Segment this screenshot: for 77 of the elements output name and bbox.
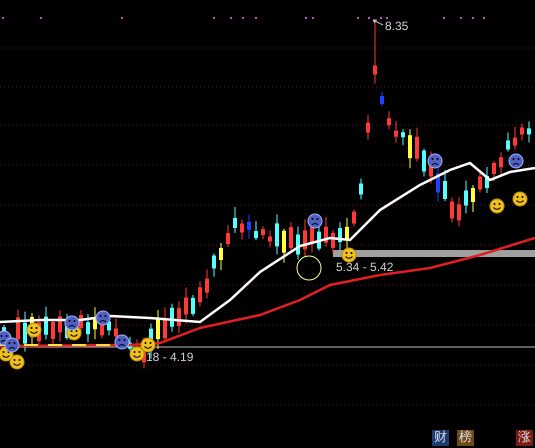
candlestick [506,132,510,152]
candlestick [408,128,412,169]
smiley-face-icon [512,192,528,206]
leader-line [372,20,384,26]
candlestick [387,110,391,130]
sad-face-icon [64,316,80,330]
tag-button[interactable]: 财 [432,430,449,446]
candlestick [527,120,531,143]
candlestick [86,314,90,343]
candlestick [177,300,181,334]
candlestick [415,127,419,162]
sad-face-icon [4,338,20,352]
candlestick [205,269,209,300]
candlestick [394,120,398,144]
sad-face-icon [508,154,524,168]
candlestick [170,303,174,332]
smiley-face-icon [130,346,144,362]
candlestick [226,224,230,248]
candlestick [422,148,426,177]
candlestick [58,310,62,342]
candlestick [254,220,258,241]
candlestick [352,209,356,228]
candlestick [464,180,468,214]
candlestick [51,318,55,346]
candlestick [345,217,349,250]
candlestick [163,306,167,342]
candlestick [520,123,524,141]
candlestick [212,253,216,277]
smiley-face-icon [140,338,156,352]
circle-marker [296,256,322,280]
price-label: 8.35 [385,19,408,33]
candlestick [268,230,272,248]
smiley-face-icon [10,354,24,370]
candlestick [499,152,503,177]
sad-face-icon [308,214,322,228]
candlestick [457,196,461,227]
candlestick [156,310,160,350]
candlestick [324,216,328,248]
tag-button[interactable]: 榜 [457,430,474,446]
smiley-face-icon [342,248,356,262]
candlestick [247,214,251,240]
candlestick [338,222,342,251]
smiley-face-icon [26,322,42,338]
candlestick [401,128,405,146]
candlestick [513,126,517,150]
candlestick [366,114,370,140]
candlestick [359,178,363,200]
tag-button[interactable]: 涨 [516,430,533,446]
sad-face-icon [114,334,130,350]
smiley-face-icon [490,198,504,214]
candlestick [303,218,307,257]
candlestick [240,219,244,240]
candlestick [450,197,454,223]
candlestick [282,228,286,264]
candlestick [191,294,195,316]
candlestick [261,226,265,240]
sad-face-icon [96,310,110,326]
candlestick [219,242,223,270]
candlestick [289,222,293,252]
candlestick [23,311,27,352]
candlestick [184,287,188,324]
price-label: 5.34 - 5.42 [336,260,394,274]
candlestick [296,226,300,260]
sad-face-icon [428,154,442,168]
candlestick [331,229,335,254]
candlestick [198,280,202,307]
candlestick [275,214,279,255]
candlestick [478,170,482,193]
price-label: 18 - 4.19 [146,350,194,364]
candlestick [233,206,237,234]
candlestick [373,20,377,84]
candlestick [380,92,384,106]
candlestick [485,166,489,194]
candlestick [471,184,475,212]
candlestick [44,306,48,340]
candlestick [443,170,447,202]
candlestick [492,160,496,182]
